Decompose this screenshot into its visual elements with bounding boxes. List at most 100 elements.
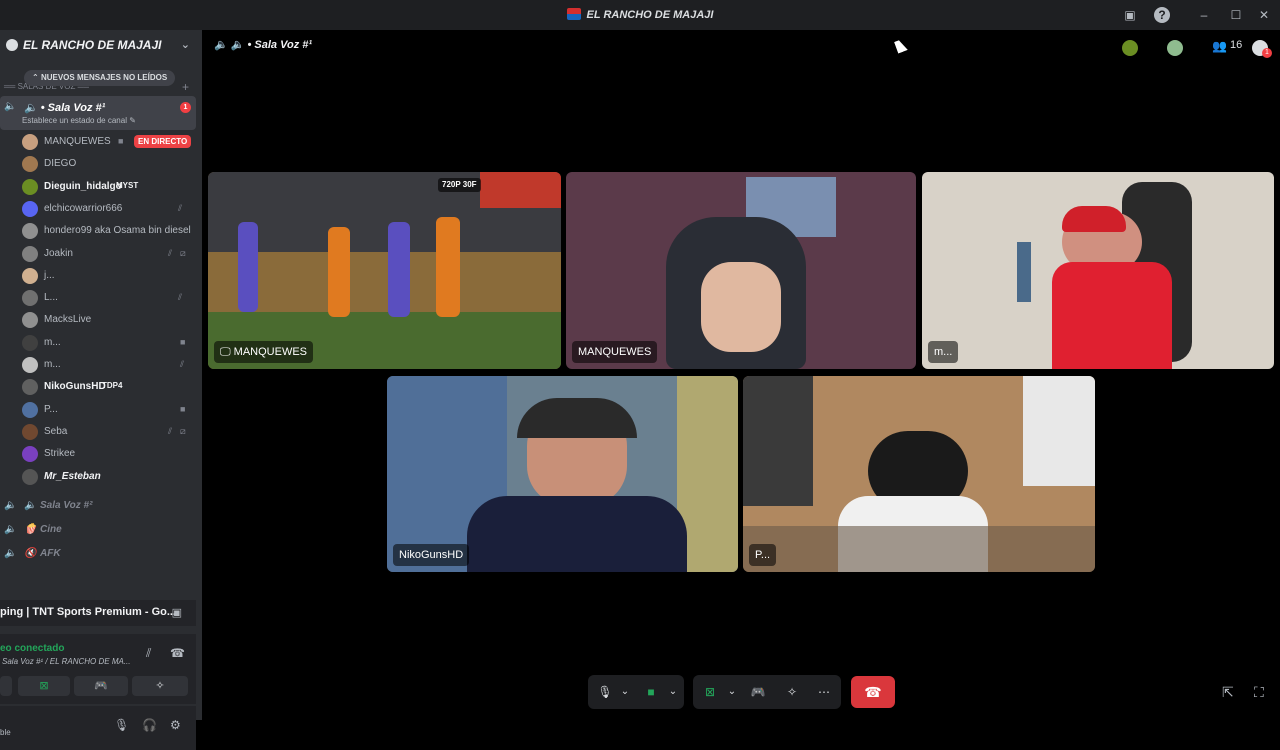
voice-member[interactable]: hondero99 aka Osama bin diesel: [22, 221, 194, 241]
soundboard-button[interactable]: ✧: [132, 676, 188, 696]
disconnect-icon[interactable]: ☎: [170, 646, 185, 660]
screenshare-button[interactable]: ⊠: [18, 676, 70, 696]
fullscreen-icon[interactable]: ⛶: [1254, 684, 1264, 701]
voice-status: eo conectado: [0, 643, 65, 654]
inbox-icon[interactable]: ▣: [1122, 7, 1138, 23]
channel-status-text: Establece un estado de canal: [22, 116, 127, 125]
voice-channel[interactable]: 🔈 🔇 AFK: [0, 544, 196, 564]
avatar: [22, 357, 38, 373]
popout-icon[interactable]: ⇱: [1222, 684, 1234, 701]
avatar: [22, 401, 38, 418]
voice-channel-name: AFK: [40, 548, 61, 559]
video-tile-camera[interactable]: MANQUEWES: [566, 172, 916, 369]
member-clan-tag: MYST: [116, 180, 139, 190]
member-name: m...: [44, 336, 61, 348]
activities-button[interactable]: 🎮: [74, 676, 128, 696]
speaker-icon: 🔈: [4, 500, 17, 511]
server-name: EL RANCHO DE MAJAJI: [23, 38, 162, 52]
voice-member[interactable]: Joakin ⫽ ⧄: [22, 244, 194, 264]
channel-status-hint[interactable]: Establece un estado de canal ✎: [22, 116, 136, 125]
member-name: Strikee: [44, 448, 76, 460]
hands: [701, 262, 781, 352]
avatar: [22, 446, 38, 463]
voice-member[interactable]: Mr_Esteban: [22, 467, 194, 487]
channel-emoji-icon: 🍿: [24, 524, 37, 535]
voice-member[interactable]: NikoGunsHD TDP4: [22, 377, 194, 397]
camera-button[interactable]: [0, 676, 12, 696]
voice-member[interactable]: m... ⫽: [22, 355, 194, 375]
video-tile-stream[interactable]: 720P 30F 🖵 MANQUEWES: [208, 172, 561, 369]
video-tile-camera[interactable]: P...: [743, 376, 1095, 572]
disconnect-button[interactable]: ☎: [851, 676, 895, 708]
avatar: [22, 156, 38, 173]
voice-member[interactable]: MacksLive: [22, 310, 194, 330]
activity-status[interactable]: ping | TNT Sports Premium - Go... ▣: [0, 600, 196, 626]
chevron-up-icon[interactable]: ⌄: [664, 683, 682, 701]
voice-location[interactable]: Sala Voz #¹ / EL RANCHO DE MA...: [2, 657, 130, 666]
activity-icon[interactable]: 🎮: [749, 683, 767, 701]
muted-mic-icon: ⫽: [168, 425, 173, 436]
help-icon[interactable]: ?: [1154, 7, 1170, 23]
more-options-icon[interactable]: ⋯: [815, 683, 833, 701]
headset: [517, 398, 637, 438]
voice-channel-name: Cine: [40, 524, 62, 535]
desk: [743, 526, 1095, 572]
voice-member[interactable]: Dieguin_hidalgo MYST: [22, 177, 194, 197]
server-header[interactable]: EL RANCHO DE MAJAJI ⌄: [0, 30, 202, 62]
activity-avatar[interactable]: [1122, 40, 1138, 56]
screenshare-icon[interactable]: ⊠: [701, 683, 719, 701]
live-badge: EN DIRECTO: [134, 135, 192, 148]
chevron-down-icon[interactable]: ⌄: [181, 38, 190, 51]
voice-member[interactable]: Seba ⫽ ⧄: [22, 422, 194, 442]
voice-member[interactable]: m... ■: [22, 333, 194, 353]
speaker-icon: 🔈: [4, 524, 17, 535]
new-messages-pill[interactable]: ⌃ NUEVOS MENSAJES NO LEÍDOS: [24, 70, 176, 86]
avatar: [22, 200, 38, 217]
signal-icon[interactable]: ⫽: [146, 646, 151, 661]
member-name: elchicowarrior666: [44, 202, 123, 214]
participant-count: 16: [1230, 39, 1243, 51]
voice-member[interactable]: MANQUEWES EN DIRECTO ■: [22, 132, 194, 152]
add-channel-icon[interactable]: +: [182, 80, 189, 94]
chevron-up-icon[interactable]: ⌄: [723, 683, 741, 701]
soundboard-icon[interactable]: ✧: [783, 683, 801, 701]
voice-member[interactable]: P... ■: [22, 400, 194, 420]
microphone-icon[interactable]: 🎙: [114, 718, 129, 732]
video-tile-camera[interactable]: NikoGunsHD: [387, 376, 738, 572]
avatar: [22, 312, 38, 329]
microphone: [1017, 242, 1031, 302]
deafened-icon: ⧄: [180, 247, 186, 258]
voice-channel[interactable]: 🔈 🔈 Sala Voz #²: [0, 496, 196, 516]
member-name: P...: [44, 403, 58, 415]
video-tile-camera[interactable]: m...: [922, 172, 1274, 369]
voice-member[interactable]: DIEGO: [22, 154, 194, 174]
voice-member[interactable]: j...: [22, 266, 194, 286]
referee-figure: [328, 227, 350, 317]
channel-name: 🔈 • Sala Voz #¹: [24, 102, 106, 114]
camera-icon[interactable]: ■: [642, 683, 660, 701]
muted-mic-icon: ⫽: [180, 359, 185, 369]
close-icon[interactable]: ✕: [1256, 7, 1272, 23]
voice-channel-name: Sala Voz #²: [40, 500, 93, 511]
user-status: ble: [0, 728, 11, 737]
member-name: m...: [44, 359, 61, 370]
voice-member[interactable]: elchicowarrior666 ⫽: [22, 199, 194, 219]
quality-badge: 720P 30F: [438, 178, 481, 192]
activity-avatar[interactable]: [1167, 40, 1183, 56]
voice-member[interactable]: L... ⫽: [22, 288, 194, 308]
minimize-icon[interactable]: –: [1196, 7, 1212, 23]
maximize-icon[interactable]: ☐: [1228, 7, 1244, 23]
chevron-up-icon[interactable]: ⌄: [616, 683, 634, 701]
members-icon[interactable]: 👥: [1212, 39, 1227, 53]
player-figure: [388, 222, 410, 317]
voice-channel[interactable]: 🔈 🍿 Cine: [0, 520, 196, 540]
channel-sala-voz-1[interactable]: 🔈 🔈 • Sala Voz #¹ Establece un estado de…: [0, 96, 196, 130]
referee-figure: [436, 217, 460, 317]
voice-member[interactable]: Strikee: [22, 444, 194, 464]
muted-mic-icon: ⫽: [178, 292, 183, 303]
avatar: [22, 134, 38, 150]
microphone-icon[interactable]: 🎙: [596, 683, 614, 701]
settings-gear-icon[interactable]: ⚙: [170, 718, 181, 732]
headphones-icon[interactable]: 🎧: [142, 718, 157, 732]
voice-connection-panel: eo conectado Sala Voz #¹ / EL RANCHO DE …: [0, 634, 196, 704]
